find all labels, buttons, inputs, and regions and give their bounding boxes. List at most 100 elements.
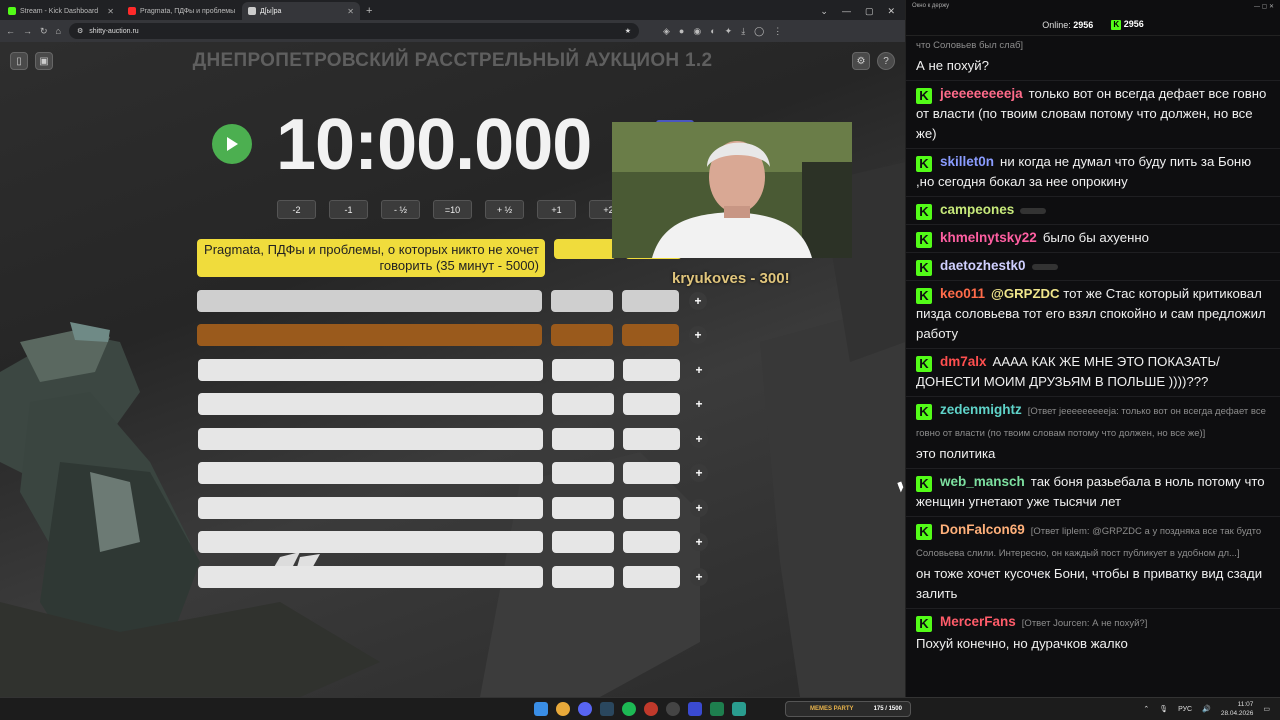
- home-icon[interactable]: ⌂: [56, 26, 61, 36]
- chat-username[interactable]: campeones: [940, 202, 1014, 217]
- add-bid-button[interactable]: +: [690, 430, 708, 448]
- lot-bid-field[interactable]: [623, 462, 680, 484]
- extension-icon[interactable]: ◐: [710, 26, 715, 37]
- window-controls[interactable]: — ▢ ✕: [1254, 3, 1274, 11]
- lot-name-field[interactable]: [198, 393, 543, 415]
- lot-amount-field[interactable]: [552, 359, 614, 381]
- tab-youtube[interactable]: Pragmata, ПДФы и проблемы ✕: [122, 2, 240, 20]
- app-icon[interactable]: [732, 702, 746, 716]
- lot-name-field[interactable]: Pragmata, ПДФы и проблемы, о которых ник…: [197, 239, 545, 277]
- chevron-down-icon[interactable]: ⌄: [820, 6, 828, 17]
- chat-username[interactable]: khmelnytsky22: [940, 230, 1037, 245]
- mention[interactable]: @GRPZDC: [991, 286, 1060, 301]
- add-bid-button[interactable]: +: [690, 533, 708, 551]
- add-bid-button[interactable]: +: [690, 499, 708, 517]
- lot-amount-field[interactable]: [552, 531, 614, 553]
- language-indicator[interactable]: РУС: [1178, 706, 1192, 713]
- memes-party-widget[interactable]: MEMES PARTY 175 / 1500: [785, 701, 911, 717]
- lot-bid-field[interactable]: [623, 359, 680, 381]
- tab-close-icon[interactable]: ✕: [347, 7, 354, 16]
- chat-username[interactable]: web_mansch: [940, 474, 1025, 489]
- menu-dots-icon[interactable]: ⋮: [773, 26, 782, 37]
- add-bid-button[interactable]: +: [689, 326, 707, 344]
- app-icon[interactable]: [710, 702, 724, 716]
- lot-amount-field[interactable]: [552, 497, 614, 519]
- app-icon[interactable]: [644, 702, 658, 716]
- chevron-up-icon[interactable]: ⌃: [1143, 705, 1149, 713]
- app-icon[interactable]: [688, 702, 702, 716]
- chat-username[interactable]: zedenmightz: [940, 402, 1022, 417]
- lot-name-field[interactable]: [198, 462, 543, 484]
- forward-icon[interactable]: →: [23, 26, 32, 36]
- lot-bid-field[interactable]: [623, 497, 680, 519]
- chat-username[interactable]: jeeeeeeeeeja: [940, 86, 1023, 101]
- lot-bid-field[interactable]: [623, 566, 680, 588]
- tab-close-icon[interactable]: ✕: [239, 7, 240, 16]
- add-bid-button[interactable]: +: [690, 568, 708, 586]
- volume-icon[interactable]: 🔊: [1202, 705, 1211, 713]
- lot-amount-field[interactable]: [552, 566, 614, 588]
- adjust-minus-1-button[interactable]: -1: [329, 200, 368, 219]
- play-button[interactable]: [212, 124, 252, 164]
- lot-name-field[interactable]: [198, 359, 543, 381]
- obs-icon[interactable]: [666, 702, 680, 716]
- adjust-minus-2-button[interactable]: -2: [277, 200, 316, 219]
- extension-icon[interactable]: ◉: [693, 26, 701, 37]
- chrome-icon[interactable]: [556, 702, 570, 716]
- add-bid-button[interactable]: +: [690, 361, 708, 379]
- start-icon[interactable]: [534, 702, 548, 716]
- lot-amount-field[interactable]: [551, 324, 613, 346]
- lot-name-field[interactable]: [198, 497, 543, 519]
- microphone-icon[interactable]: 🎙: [1159, 705, 1168, 713]
- chat-username[interactable]: DonFalcon69: [940, 522, 1025, 537]
- adjust-minus-half-button[interactable]: - ½: [381, 200, 420, 219]
- lot-amount-field[interactable]: [552, 393, 614, 415]
- lot-name-field[interactable]: [198, 428, 543, 450]
- maximize-icon[interactable]: ▢: [865, 6, 874, 17]
- extension-icon[interactable]: ●: [679, 26, 684, 37]
- help-button[interactable]: ?: [877, 52, 895, 70]
- site-info-icon[interactable]: ⚙: [77, 27, 83, 35]
- chat-username[interactable]: skillet0n: [940, 154, 994, 169]
- bookmark-star-icon[interactable]: ★: [625, 27, 631, 35]
- lot-bid-field[interactable]: [623, 393, 680, 415]
- profile-icon[interactable]: ◯: [754, 26, 764, 37]
- add-bid-button[interactable]: +: [690, 464, 708, 482]
- add-bid-button[interactable]: +: [690, 395, 708, 413]
- lot-amount-field[interactable]: [552, 462, 614, 484]
- adjust-set-10-button[interactable]: =10: [433, 200, 472, 219]
- lot-bid-field[interactable]: [622, 324, 679, 346]
- lot-amount-field[interactable]: [551, 290, 613, 312]
- tab-auction[interactable]: Д[ы]ра ✕: [242, 2, 360, 20]
- lot-bid-field[interactable]: [623, 428, 680, 450]
- settings-button[interactable]: ⚙: [852, 52, 870, 70]
- adjust-plus-1-button[interactable]: +1: [537, 200, 576, 219]
- clock[interactable]: 11:07 28.04.2026: [1221, 700, 1254, 718]
- add-bid-button[interactable]: +: [689, 292, 707, 310]
- lot-name-field[interactable]: [198, 531, 543, 553]
- lot-name-field[interactable]: [198, 566, 543, 588]
- lot-bid-field[interactable]: [623, 531, 680, 553]
- new-tab-icon[interactable]: +: [366, 2, 372, 20]
- extensions-puzzle-icon[interactable]: ✦: [725, 26, 733, 37]
- lot-name-field[interactable]: [197, 290, 542, 312]
- reload-icon[interactable]: ↻: [40, 26, 48, 37]
- lot-amount-field[interactable]: [552, 428, 614, 450]
- extension-icon[interactable]: ◈: [663, 26, 670, 37]
- lot-name-field[interactable]: [197, 324, 542, 346]
- spotify-icon[interactable]: [622, 702, 636, 716]
- chat-username[interactable]: dm7alx: [940, 354, 987, 369]
- steam-icon[interactable]: [600, 702, 614, 716]
- minimize-icon[interactable]: —: [842, 6, 851, 16]
- tab-kick-dashboard[interactable]: Stream - Kick Dashboard ✕: [2, 2, 120, 20]
- discord-icon[interactable]: [578, 702, 592, 716]
- tab-close-icon[interactable]: ✕: [107, 7, 114, 16]
- chat-username[interactable]: daetozhestk0: [940, 258, 1026, 273]
- back-icon[interactable]: ←: [6, 26, 15, 36]
- download-icon[interactable]: ⤓: [741, 26, 745, 37]
- lot-bid-field[interactable]: [622, 290, 679, 312]
- adjust-plus-half-button[interactable]: + ½: [485, 200, 524, 219]
- lot-amount-field[interactable]: [554, 239, 616, 259]
- notifications-icon[interactable]: ▭: [1263, 705, 1270, 713]
- chat-username[interactable]: keo011: [940, 286, 985, 301]
